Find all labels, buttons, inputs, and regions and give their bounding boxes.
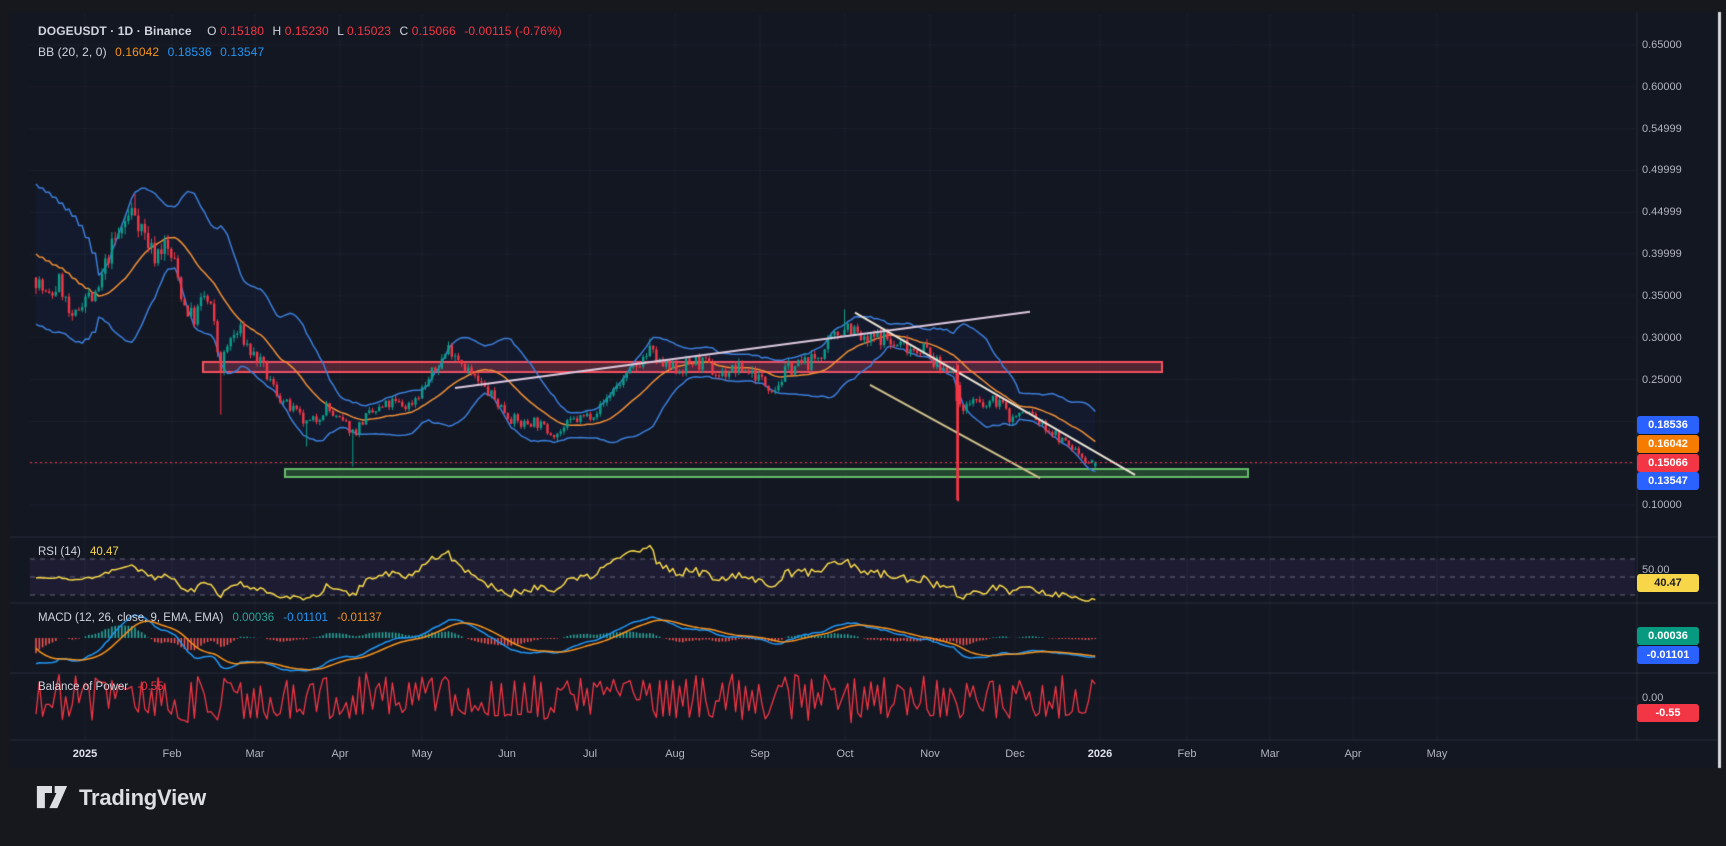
tradingview-logo[interactable]: TradingView [36, 784, 206, 811]
bop-axis-label: 0.00 [1642, 691, 1663, 705]
macd-hist-value: 0.00036 [233, 612, 275, 624]
rsi-label: RSI (14) [38, 546, 81, 558]
time-axis-label: Jun [498, 747, 516, 761]
price-axis-label: 0.10000 [1642, 498, 1682, 512]
tradingview-chart-window: DOGEUSDT · 1D · Binance O 0.15180 H 0.15… [0, 0, 1726, 846]
time-axis-label: May [1427, 747, 1448, 761]
pane-resize-handle-macd[interactable] [10, 601, 1717, 606]
rsi-badge: 40.47 [1637, 574, 1699, 592]
tradingview-logo-icon [36, 784, 68, 811]
price-axis[interactable]: 0.65000 0.60000 0.54999 0.49999 0.44999 0.399… [1637, 12, 1726, 740]
macd-badge: 0.00036 [1637, 627, 1699, 645]
time-axis-label: Feb [1178, 747, 1197, 761]
rsi-pane-header[interactable]: RSI (14) 40.47 [38, 546, 125, 558]
bop-value: -0.55 [137, 681, 163, 693]
price-badge: 0.13547 [1637, 472, 1699, 490]
bb-lower-value: 0.13547 [220, 45, 264, 59]
pane-resize-handle-rsi[interactable] [10, 535, 1717, 540]
time-axis-label: Mar [246, 747, 265, 761]
time-axis-label: 2026 [1088, 747, 1112, 761]
symbol-title[interactable]: DOGEUSDT · 1D · Binance [38, 24, 192, 38]
price-axis-label: 0.54999 [1642, 122, 1682, 136]
low-value: 0.15023 [347, 24, 391, 38]
price-axis-label: 0.49999 [1642, 163, 1682, 177]
price-axis-label: 0.30000 [1642, 331, 1682, 345]
time-axis-label: Aug [665, 747, 685, 761]
close-label: C [400, 24, 409, 38]
price-badge: 0.15066 [1637, 454, 1699, 472]
bop-label: Balance of Power [38, 681, 128, 693]
symbol-header: DOGEUSDT · 1D · Binance O 0.15180 H 0.15… [38, 24, 567, 38]
low-label: L [337, 24, 343, 38]
price-axis-label: 0.65000 [1642, 38, 1682, 52]
time-axis-label: Feb [163, 747, 182, 761]
open-label: O [207, 24, 216, 38]
price-badge: 0.18536 [1637, 416, 1699, 434]
time-axis-label: Apr [1344, 747, 1361, 761]
bb-upper-value: 0.18536 [168, 45, 212, 59]
time-axis-label: Apr [331, 747, 348, 761]
macd-line-value: -0.01101 [283, 612, 328, 624]
close-value: 0.15066 [412, 24, 456, 38]
price-axis-label: 0.44999 [1642, 205, 1682, 219]
time-axis-label: May [412, 747, 433, 761]
high-value: 0.15230 [285, 24, 329, 38]
time-axis[interactable]: 2025 Feb Mar Apr May Jun Jul Aug Sep Oct Nov Dec 202… [10, 740, 1717, 768]
time-axis-label: Oct [836, 747, 853, 761]
tradingview-logo-text: TradingView [79, 785, 206, 811]
price-axis-label: 0.35000 [1642, 289, 1682, 303]
pane-resize-handle-bop[interactable] [10, 671, 1717, 676]
time-axis-label: Dec [1005, 747, 1025, 761]
time-axis-label: Nov [920, 747, 940, 761]
time-axis-label: 2025 [73, 747, 97, 761]
macd-label: MACD (12, 26, close, 9, EMA, EMA) [38, 612, 223, 624]
price-axis-label: 0.25000 [1642, 373, 1682, 387]
rsi-value: 40.47 [90, 546, 119, 558]
time-axis-label: Sep [750, 747, 770, 761]
time-axis-label: Mar [1261, 747, 1280, 761]
bb-indicator-header[interactable]: BB (20, 2, 0) 0.16042 0.18536 0.13547 [38, 45, 269, 59]
macd-signal-value: -0.01137 [337, 612, 382, 624]
price-chart-canvas[interactable] [0, 0, 1726, 846]
price-badge: 0.16042 [1637, 435, 1699, 453]
open-value: 0.15180 [220, 24, 264, 38]
high-label: H [272, 24, 281, 38]
price-axis-label: 0.39999 [1642, 247, 1682, 261]
change-value: -0.00115 (-0.76%) [464, 24, 562, 38]
macd-badge: -0.01101 [1637, 646, 1699, 664]
bop-pane-header[interactable]: Balance of Power -0.55 [38, 681, 170, 693]
macd-pane-header[interactable]: MACD (12, 26, close, 9, EMA, EMA) 0.0003… [38, 612, 388, 624]
bop-badge: -0.55 [1637, 704, 1699, 722]
bb-basis-value: 0.16042 [115, 45, 159, 59]
price-axis-label: 0.60000 [1642, 80, 1682, 94]
time-axis-label: Jul [583, 747, 597, 761]
bb-label: BB (20, 2, 0) [38, 45, 107, 59]
